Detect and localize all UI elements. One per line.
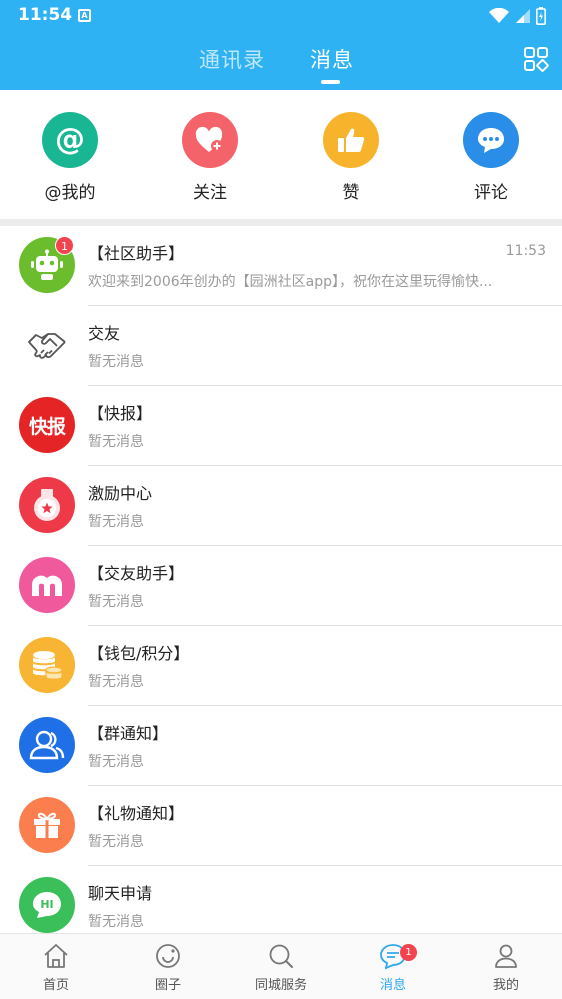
gift-icon (19, 797, 75, 853)
chat-hi-icon: HI (19, 877, 75, 933)
group-icon (19, 717, 75, 773)
message-title: 【群通知】 (88, 724, 169, 743)
profile-icon (495, 944, 517, 968)
quick-action-label: @我的 (44, 183, 96, 203)
message-title: 【钱包/积分】 (88, 644, 190, 663)
list-item-group-notice[interactable]: 【群通知】 暂无消息 (0, 706, 562, 786)
message-preview: 暂无消息 (88, 434, 144, 450)
nav-label: 首页 (42, 978, 69, 993)
nav-profile[interactable]: 我的 (461, 942, 551, 993)
status-time: 11:54 (18, 5, 73, 25)
quick-actions: @ @我的 关注 赞 评论 (0, 90, 562, 220)
message-preview: 暂无消息 (88, 914, 144, 930)
tab-contacts[interactable]: 通讯录 (199, 44, 265, 74)
header-tabs: 通讯录 消息 (0, 44, 562, 84)
list-item-wallet-points[interactable]: 【钱包/积分】 暂无消息 (0, 626, 562, 706)
active-tab-indicator (321, 80, 340, 84)
apps-grid-icon[interactable] (523, 46, 549, 72)
message-title: 【礼物通知】 (88, 804, 185, 823)
system-icons (489, 7, 546, 25)
message-preview: 欢迎来到2006年创办的【园洲社区app】，祝你在这里玩得愉快... (88, 274, 493, 290)
nav-label: 我的 (492, 978, 519, 993)
quick-action-label: 评论 (474, 183, 508, 203)
list-item-gift-notice[interactable]: 【礼物通知】 暂无消息 (0, 786, 562, 866)
message-preview: 暂无消息 (88, 514, 144, 530)
nav-label: 同城服务 (254, 978, 307, 993)
medal-icon (19, 477, 75, 533)
nav-label: 消息 (379, 978, 406, 993)
unread-badge: 1 (55, 236, 74, 255)
notification-a-icon: A (78, 9, 91, 22)
battery-icon (536, 7, 546, 25)
search-icon (269, 944, 293, 968)
message-title: 聊天申请 (88, 884, 153, 903)
handshake-icon (19, 317, 75, 373)
comment-icon (463, 112, 519, 168)
message-title: 激励中心 (88, 484, 153, 503)
nav-messages[interactable]: 1 消息 (348, 942, 438, 993)
kuaibao-logo-icon: 快报 (19, 397, 75, 453)
list-item-incentive-center[interactable]: 激励中心 暂无消息 (0, 466, 562, 546)
message-preview: 暂无消息 (88, 594, 144, 610)
message-preview: 暂无消息 (88, 834, 144, 850)
list-item-friend-assistant[interactable]: 【交友助手】 暂无消息 (0, 546, 562, 626)
quick-action-label: 关注 (193, 183, 227, 203)
app-header: 11:54 A 通讯录 消息 (0, 0, 562, 90)
nav-label: 圈子 (154, 978, 181, 993)
thumbs-up-icon (323, 112, 379, 168)
at-icon: @ (42, 112, 98, 168)
list-item-news-flash[interactable]: 快报 【快报】 暂无消息 (0, 386, 562, 466)
quick-action-label: 赞 (342, 183, 360, 203)
status-bar: 11:54 A (0, 0, 562, 32)
message-time: 11:53 (505, 243, 546, 259)
message-preview: 暂无消息 (88, 674, 144, 690)
heart-plus-icon (182, 112, 238, 168)
tab-messages[interactable]: 消息 (310, 44, 354, 74)
quick-action-at-me[interactable]: @ @我的 (20, 112, 120, 203)
bottom-nav: 首页 圈子 同城服务 1 消息 我的 (0, 933, 562, 999)
quick-action-follow[interactable]: 关注 (160, 112, 260, 203)
quick-action-like[interactable]: 赞 (301, 112, 401, 203)
nav-circle[interactable]: 圈子 (123, 942, 213, 993)
circle-icon (156, 944, 180, 968)
nav-unread-badge: 1 (400, 944, 417, 961)
message-preview: 暂无消息 (88, 754, 144, 770)
wifi-icon (489, 8, 509, 23)
message-title: 交友 (88, 324, 121, 343)
list-item-make-friends[interactable]: 交友 暂无消息 (0, 306, 562, 386)
friends-logo-icon (19, 557, 75, 613)
svg-text:HI: HI (40, 898, 53, 911)
nav-home[interactable]: 首页 (11, 942, 101, 993)
message-title: 【交友助手】 (88, 564, 185, 583)
message-title: 【快报】 (88, 404, 153, 423)
list-item-community-assistant[interactable]: 1 【社区助手】 11:53 欢迎来到2006年创办的【园洲社区app】，祝你在… (0, 226, 562, 306)
home-icon (44, 944, 68, 968)
message-title: 【社区助手】 (88, 244, 185, 263)
coins-icon (19, 637, 75, 693)
section-divider (0, 219, 562, 226)
quick-action-comment[interactable]: 评论 (441, 112, 541, 203)
nav-local-services[interactable]: 同城服务 (236, 942, 326, 993)
message-preview: 暂无消息 (88, 354, 144, 370)
signal-icon (516, 9, 530, 23)
